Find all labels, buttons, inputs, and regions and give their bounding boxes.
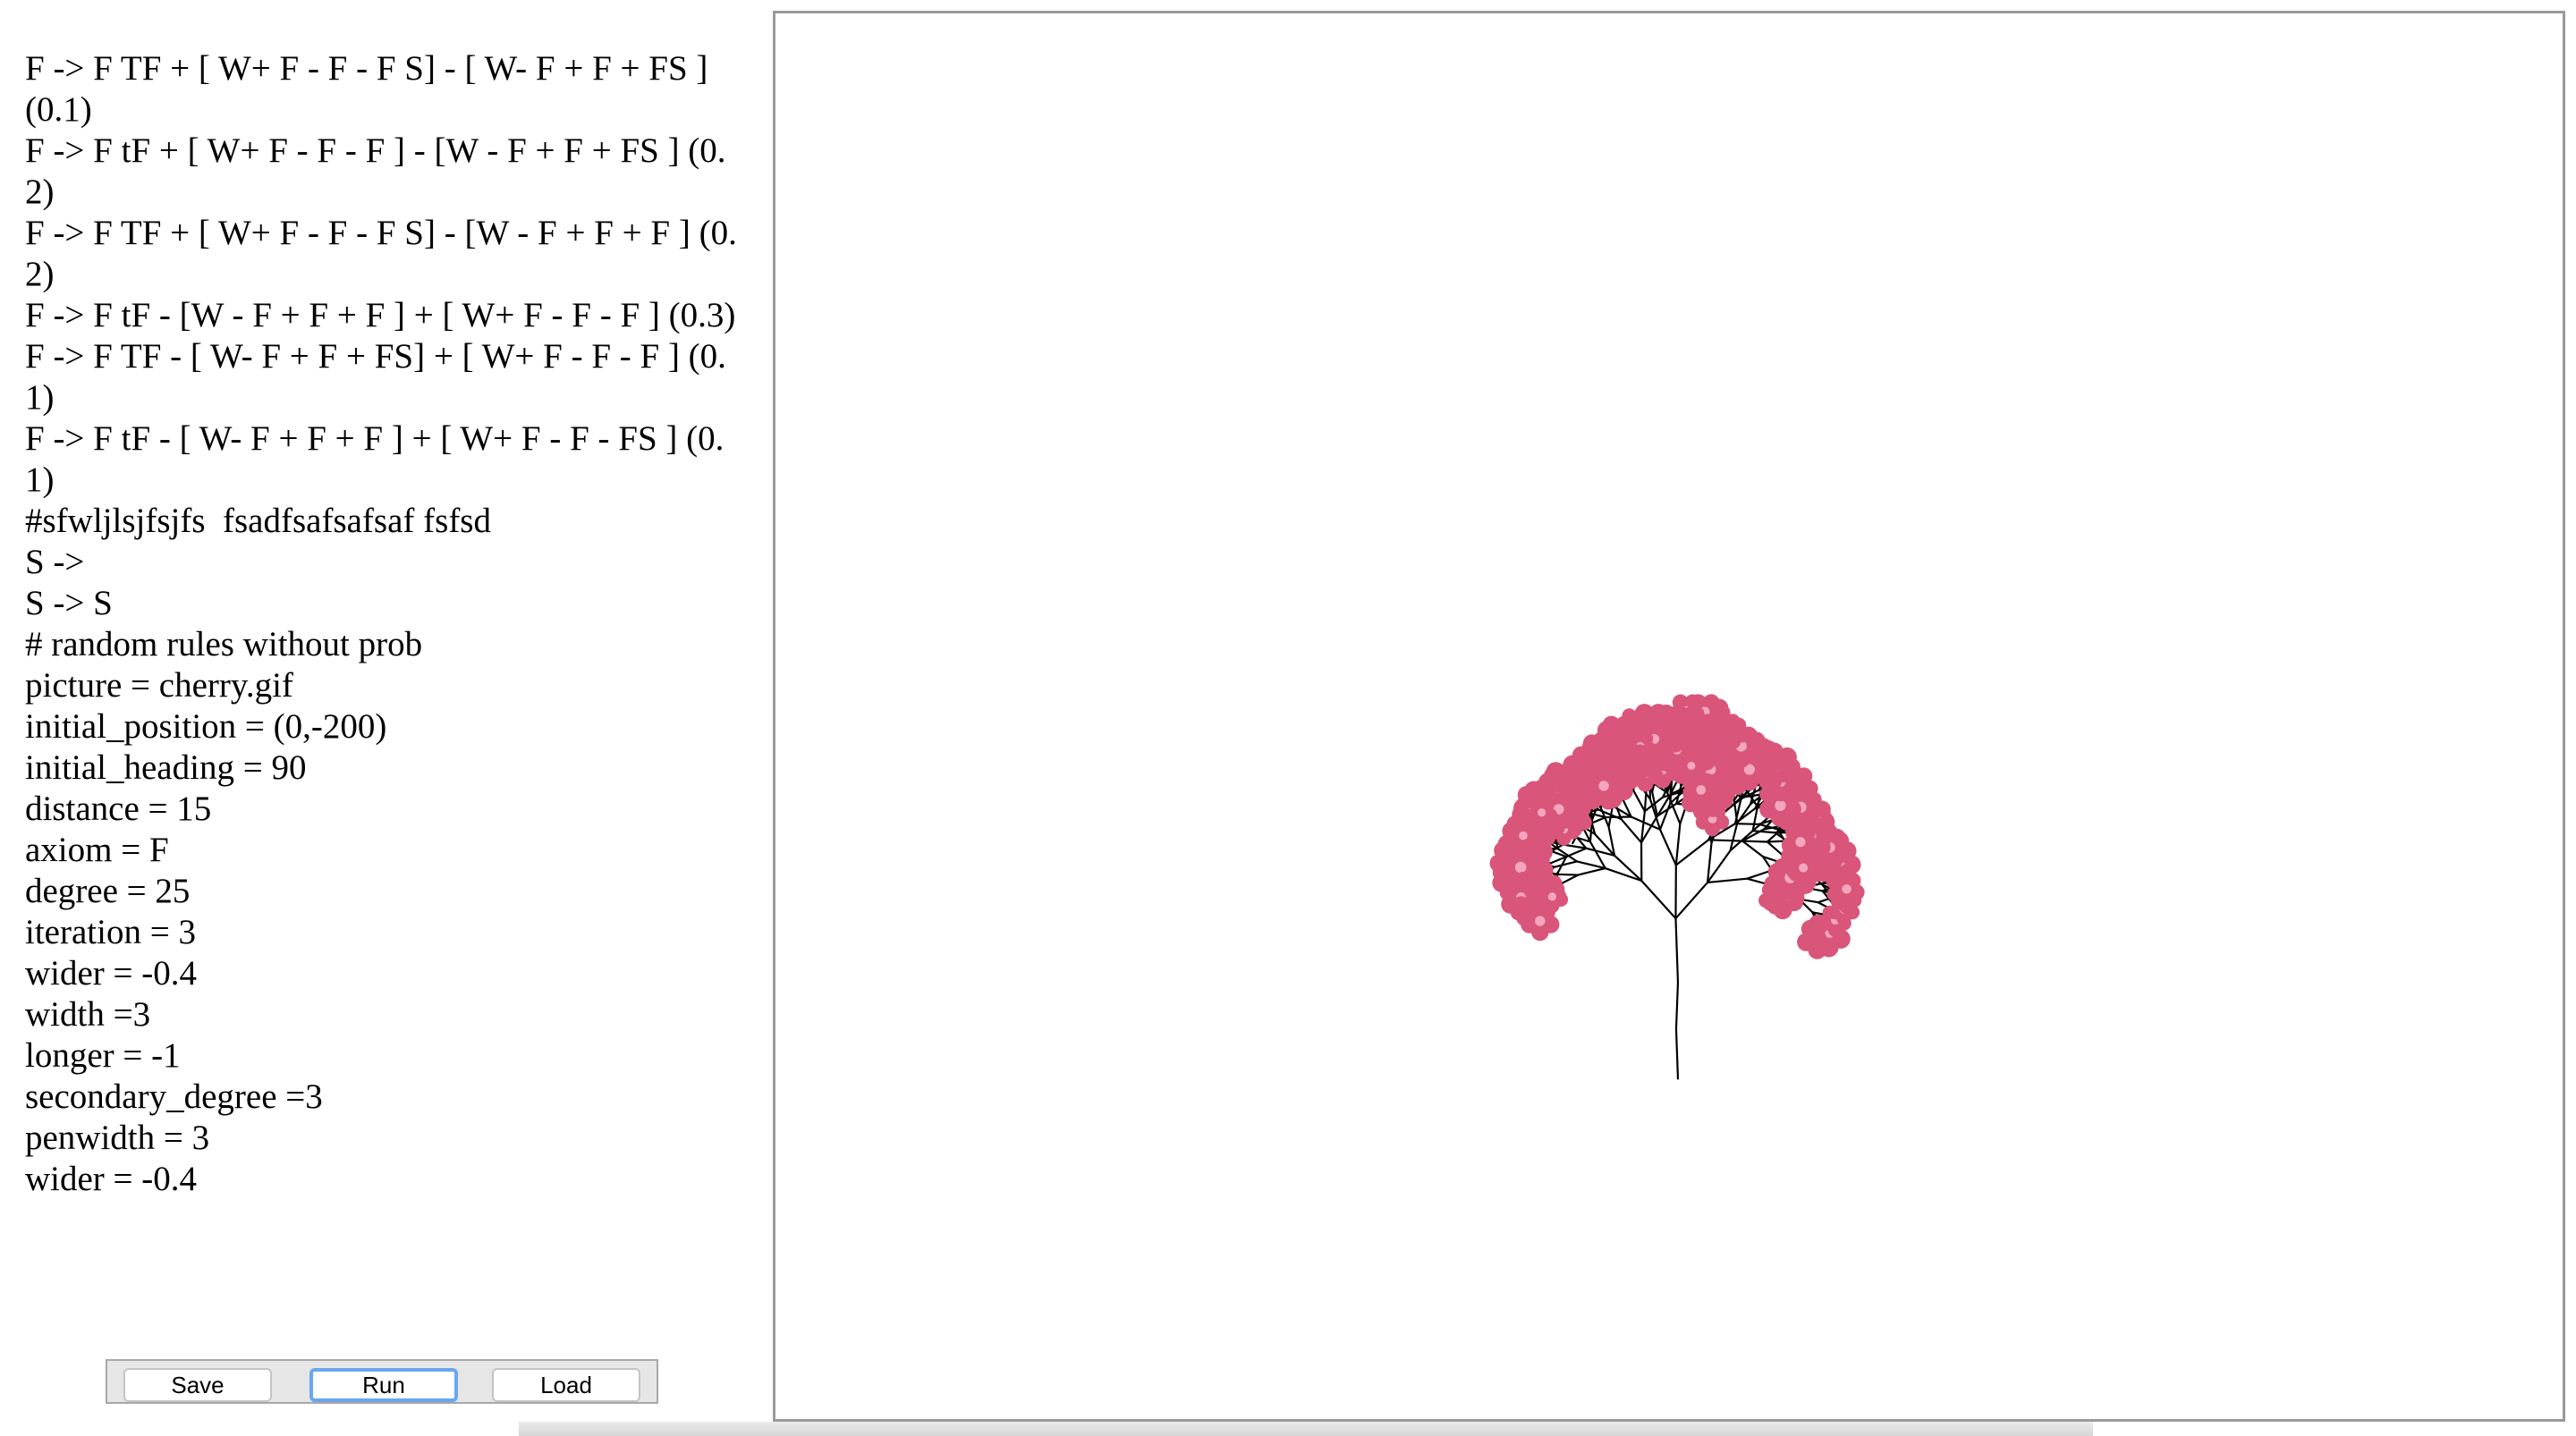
run-button[interactable]: Run [309, 1368, 458, 1402]
rule-line: iteration = 3 [25, 913, 196, 951]
rule-line: width =3 [25, 995, 151, 1034]
rule-line: initial_position = (0,-200) [25, 707, 387, 746]
rule-line: axiom = F [25, 831, 169, 869]
rule-line: #sfwljlsjfsjfs fsadfsafsafsaf fsfsd [25, 502, 491, 540]
rule-line: wider = -0.4 [25, 1160, 198, 1198]
rule-line: secondary_degree =3 [25, 1077, 323, 1116]
rule-line: S -> [25, 543, 85, 581]
rule-line: # random rules without prob [25, 625, 423, 663]
rule-line: initial_heading = 90 [25, 748, 307, 787]
rule-line: F -> F tF - [W - F + F + F ] + [ W+ F - … [25, 296, 736, 334]
rule-line: distance = 15 [25, 790, 212, 828]
cherry-blossom-icon [1521, 903, 1560, 942]
rule-line: degree = 25 [25, 872, 191, 910]
cherry-tree-drawing [1489, 694, 1865, 1080]
rules-text[interactable]: F -> F TF + [ W+ F - F - F S] - [ W- F +… [25, 48, 748, 1200]
load-button[interactable]: Load [492, 1368, 640, 1402]
rule-line: F -> F tF + [ W+ F - F - F ] - [W - F + … [25, 131, 726, 211]
rule-line: longer = -1 [25, 1036, 181, 1075]
rule-line: F -> F tF - [ W- F + F + F ] + [ W+ F - … [25, 419, 724, 499]
drawing-canvas [773, 11, 2565, 1422]
rule-line: picture = cherry.gif [25, 666, 293, 705]
rule-line: wider = -0.4 [25, 954, 198, 993]
rules-editor[interactable]: F -> F TF + [ W+ F - F - F S] - [ W- F +… [0, 0, 773, 1436]
window-bottom-edge [519, 1422, 2093, 1436]
rule-line: S -> S [25, 584, 113, 622]
rule-line: F -> F TF + [ W+ F - F - F S] - [ W- F +… [25, 49, 717, 129]
rule-line: F -> F TF + [ W+ F - F - F S] - [W - F +… [25, 214, 737, 293]
button-bar: Save Run Load [106, 1359, 658, 1404]
save-button[interactable]: Save [123, 1368, 272, 1402]
rule-line: F -> F TF - [ W- F + F + FS] + [ W+ F - … [25, 337, 726, 417]
rule-line: penwidth = 3 [25, 1119, 210, 1157]
blossoms [1489, 694, 1865, 959]
